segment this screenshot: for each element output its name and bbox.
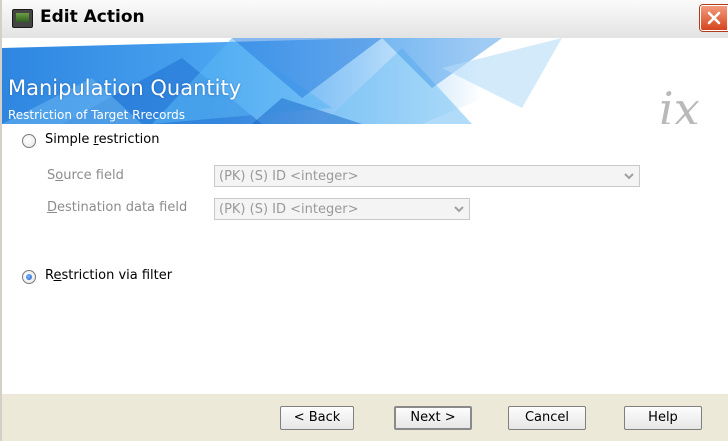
wizard-header-banner: Manipulation Quantity Restriction of Tar… <box>2 38 728 124</box>
chevron-down-icon <box>451 201 467 217</box>
filter-restriction-label[interactable]: Restriction via filter <box>45 268 172 283</box>
destination-field-select[interactable]: (PK) (S) ID <integer> <box>214 198 470 220</box>
simple-restriction-label[interactable]: Simple restriction <box>45 132 159 147</box>
cancel-button[interactable]: Cancel <box>508 406 586 430</box>
edit-action-dialog: Edit Action Manipulation Quantity Restri… <box>0 0 728 441</box>
ix-logo: ix <box>659 82 700 124</box>
banner-title: Manipulation Quantity <box>8 76 242 100</box>
close-icon <box>707 11 721 25</box>
chevron-down-icon <box>621 168 637 184</box>
source-field-select[interactable]: (PK) (S) ID <integer> <box>214 165 640 187</box>
close-button[interactable] <box>700 5 728 31</box>
source-field-value: (PK) (S) ID <integer> <box>219 169 359 184</box>
back-button[interactable]: < Back <box>280 406 354 430</box>
destination-field-value: (PK) (S) ID <integer> <box>219 202 359 217</box>
app-icon <box>12 9 33 28</box>
title-bar[interactable]: Edit Action <box>0 0 728 39</box>
window-left-border <box>0 0 2 441</box>
destination-field-label: Destination data field <box>47 200 188 215</box>
help-button[interactable]: Help <box>624 406 702 430</box>
source-field-label: Source field <box>47 168 124 183</box>
window-title: Edit Action <box>40 7 145 27</box>
simple-restriction-radio[interactable] <box>22 134 36 148</box>
wizard-button-bar: < Back Next > Cancel Help <box>2 394 728 441</box>
content-panel: Simple restriction Source field (PK) (S)… <box>2 124 728 394</box>
next-button[interactable]: Next > <box>394 406 472 430</box>
filter-restriction-radio[interactable] <box>22 270 36 284</box>
banner-subtitle: Restriction of Target Rrecords <box>8 108 186 122</box>
radio-selected-dot <box>26 274 32 280</box>
